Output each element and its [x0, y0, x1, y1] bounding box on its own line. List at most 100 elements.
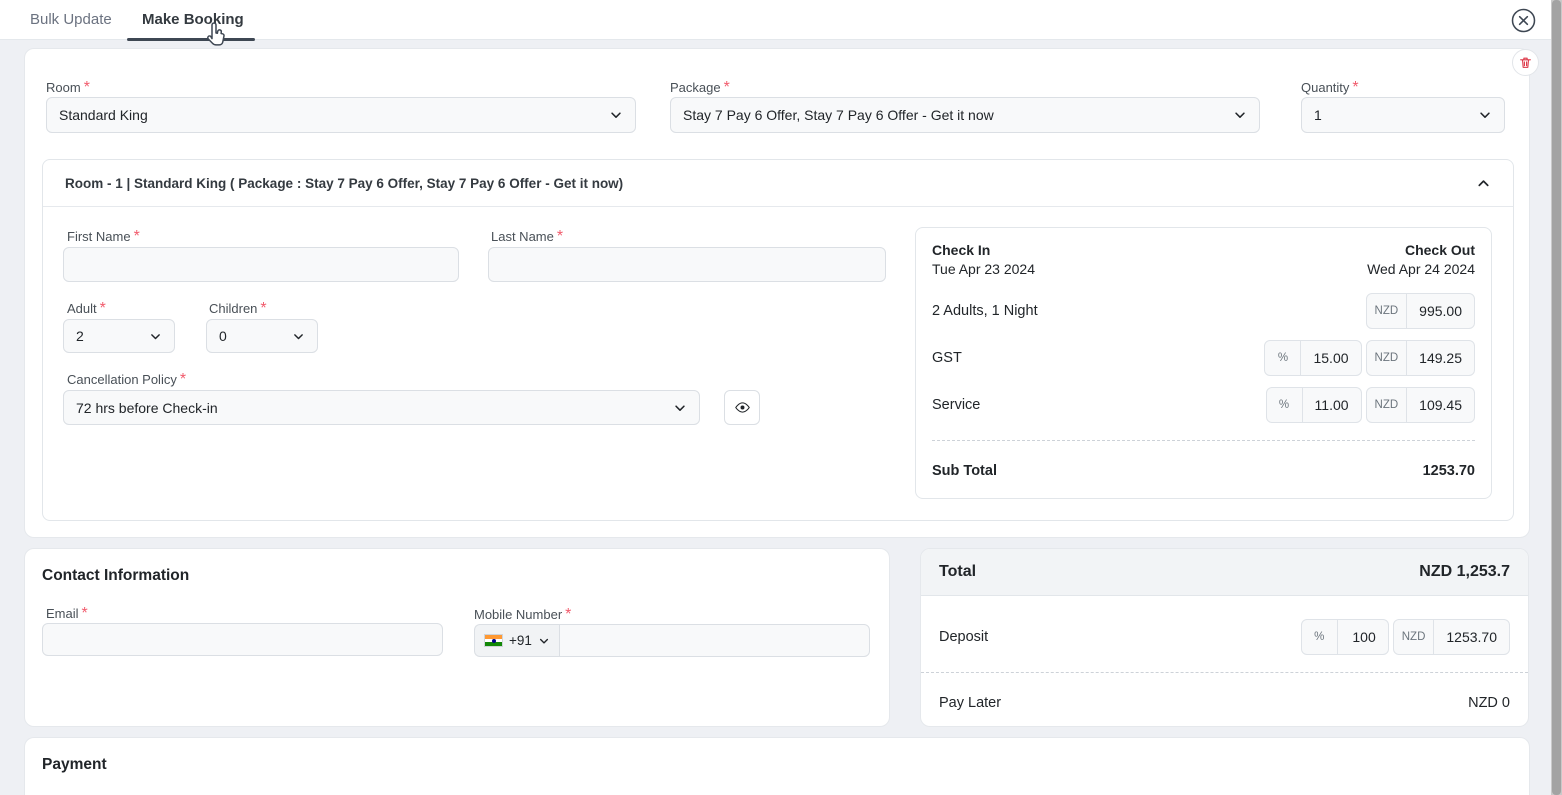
room-select[interactable]: Standard King [46, 97, 636, 133]
package-select[interactable]: Stay 7 Pay 6 Offer, Stay 7 Pay 6 Offer -… [670, 97, 1260, 133]
gst-amount-box: NZD 149.25 [1366, 340, 1475, 376]
room-accordion-title: Room - 1 | Standard King ( Package : Sta… [65, 176, 623, 191]
service-percent-box: % 11.00 [1266, 387, 1362, 423]
quantity-select[interactable]: 1 [1301, 97, 1505, 133]
adult-field-label: Adult* [67, 300, 106, 318]
room-rate-row: 2 Adults, 1 Night NZD 995.00 [932, 293, 1475, 329]
chevron-down-icon [149, 330, 162, 343]
check-out-label: Check Out [1367, 242, 1475, 258]
percent-unit: % [1267, 388, 1303, 422]
cancellation-policy-value: 72 hrs before Check-in [76, 400, 218, 416]
cancellation-policy-label: Cancellation Policy* [67, 371, 186, 389]
gst-percent-value[interactable]: 15.00 [1301, 341, 1360, 375]
total-divider [921, 672, 1528, 673]
room-rate-amount-box: NZD 995.00 [1366, 293, 1475, 329]
deposit-label: Deposit [939, 629, 988, 645]
currency-unit: NZD [1367, 294, 1408, 328]
chevron-down-icon [292, 330, 305, 343]
scrollbar-track[interactable] [1551, 0, 1562, 795]
payment-title: Payment [42, 756, 107, 774]
quantity-select-value: 1 [1314, 107, 1322, 123]
tab-bulk-update[interactable]: Bulk Update [30, 0, 112, 40]
gst-percent-box: % 15.00 [1264, 340, 1361, 376]
deposit-amount-box: NZD 1253.70 [1393, 619, 1510, 655]
tab-bar: Bulk Update Make Booking [0, 0, 1562, 40]
service-label: Service [932, 397, 980, 413]
last-name-label: Last Name* [491, 228, 563, 246]
chevron-down-icon [1233, 108, 1247, 122]
room-field-label: Room* [46, 79, 90, 97]
required-asterisk: * [724, 79, 730, 96]
room-rate-amount[interactable]: 995.00 [1407, 294, 1474, 328]
service-row: Service % 11.00 NZD 109.45 [932, 387, 1475, 423]
delete-room-button[interactable] [1512, 49, 1539, 76]
scrollbar-thumb[interactable] [1552, 0, 1561, 795]
room-accordion-header[interactable]: Room - 1 | Standard King ( Package : Sta… [43, 160, 1513, 207]
room-select-value: Standard King [59, 107, 148, 123]
india-flag-icon [484, 634, 503, 647]
eye-icon [734, 399, 751, 416]
sub-total-amount: 1253.70 [1423, 463, 1475, 479]
last-name-input[interactable] [488, 247, 886, 282]
make-booking-screen: Bulk Update Make Booking Room* Standard … [0, 0, 1562, 795]
dial-code-select[interactable]: +91 [474, 624, 559, 657]
currency-unit: NZD [1394, 620, 1435, 654]
chevron-down-icon [609, 108, 623, 122]
deposit-row: Deposit % 100 NZD 1253.70 [921, 619, 1528, 655]
required-asterisk: * [82, 605, 88, 622]
adult-select[interactable]: 2 [63, 319, 175, 353]
room-accordion: Room - 1 | Standard King ( Package : Sta… [42, 159, 1514, 521]
circled-x-icon [1510, 7, 1537, 34]
service-percent-value[interactable]: 11.00 [1303, 388, 1361, 422]
chevron-down-icon [538, 635, 550, 647]
required-asterisk: * [260, 300, 266, 317]
percent-unit: % [1302, 620, 1338, 654]
required-asterisk: * [180, 371, 186, 388]
room-accordion-body: First Name* Last Name* Adult* 2 Children… [43, 207, 1513, 521]
deposit-amount-value[interactable]: 1253.70 [1434, 620, 1509, 654]
check-in-date: Tue Apr 23 2024 [932, 261, 1035, 277]
children-select[interactable]: 0 [206, 319, 318, 353]
service-amount-value[interactable]: 109.45 [1407, 388, 1474, 422]
gst-amount-value[interactable]: 149.25 [1407, 341, 1474, 375]
price-summary-panel: Check In Tue Apr 23 2024 Check Out Wed A… [915, 227, 1492, 499]
email-input[interactable] [42, 623, 443, 656]
first-name-input[interactable] [63, 247, 459, 282]
pay-later-amount: NZD 0 [1468, 695, 1510, 711]
active-tab-underline [127, 38, 255, 41]
chevron-up-icon [1476, 176, 1491, 191]
dial-code-value: +91 [509, 633, 532, 648]
tab-make-booking[interactable]: Make Booking [142, 0, 244, 40]
quantity-field-label: Quantity* [1301, 79, 1359, 97]
mobile-number-input[interactable] [559, 624, 870, 657]
summary-divider [932, 440, 1475, 441]
trash-icon [1519, 56, 1532, 69]
gst-row: GST % 15.00 NZD 149.25 [932, 340, 1475, 376]
pay-later-row: Pay Later NZD 0 [921, 695, 1528, 711]
chevron-down-icon [673, 401, 687, 415]
total-card: Total NZD 1,253.7 Deposit % 100 NZD 1253… [920, 548, 1529, 727]
booking-card: Room* Standard King Package* Stay 7 Pay … [24, 48, 1530, 538]
mobile-number-group: +91 [474, 624, 870, 657]
required-asterisk: * [557, 228, 563, 245]
package-select-value: Stay 7 Pay 6 Offer, Stay 7 Pay 6 Offer -… [683, 107, 994, 123]
first-name-label: First Name* [67, 228, 140, 246]
check-in-block: Check In Tue Apr 23 2024 [932, 242, 1035, 277]
sub-total-label: Sub Total [932, 463, 997, 479]
total-header: Total NZD 1,253.7 [921, 549, 1528, 596]
currency-unit: NZD [1367, 388, 1408, 422]
total-title: Total [939, 563, 976, 581]
deposit-percent-value[interactable]: 100 [1338, 620, 1388, 654]
email-field-label: Email* [46, 605, 88, 623]
cancellation-policy-select[interactable]: 72 hrs before Check-in [63, 390, 700, 425]
package-field-label: Package* [670, 79, 730, 97]
check-out-date: Wed Apr 24 2024 [1367, 261, 1475, 277]
close-button[interactable] [1506, 3, 1540, 37]
required-asterisk: * [84, 79, 90, 96]
percent-unit: % [1265, 341, 1301, 375]
gst-label: GST [932, 350, 962, 366]
contact-information-title: Contact Information [42, 567, 189, 585]
deposit-percent-box: % 100 [1301, 619, 1389, 655]
chevron-down-icon [1478, 108, 1492, 122]
view-policy-button[interactable] [724, 390, 760, 425]
